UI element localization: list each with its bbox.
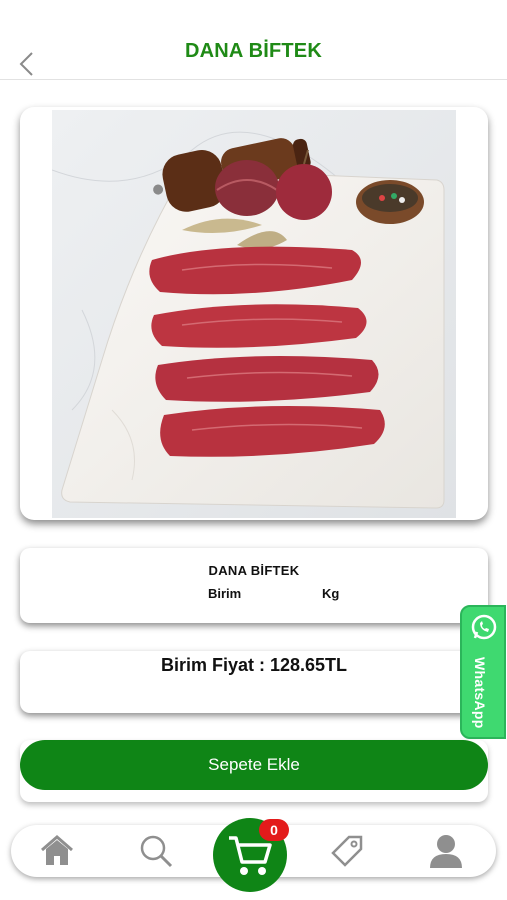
user-icon <box>430 835 462 868</box>
tab-home[interactable] <box>39 833 75 869</box>
product-info-card: DANA BİFTEK Birim Kg <box>20 548 488 623</box>
unit-price: Birim Fiyat : 128.65TL <box>160 655 348 675</box>
add-to-cart-container: Sepete Ekle <box>20 740 488 802</box>
product-image <box>52 110 456 518</box>
page-title: DANA BİFTEK <box>184 40 322 62</box>
add-to-cart-button[interactable]: Sepete Ekle <box>20 740 488 790</box>
tab-profile[interactable] <box>428 833 464 869</box>
search-icon <box>140 835 173 868</box>
unit-label: Birim <box>208 586 242 601</box>
product-name: DANA BİFTEK <box>208 563 300 578</box>
tab-campaigns[interactable] <box>329 833 365 869</box>
unit-value: Kg <box>322 586 340 601</box>
whatsapp-label: WhatsApp <box>472 657 488 729</box>
product-image-card <box>20 107 488 520</box>
price-card: Birim Fiyat : 128.65TL <box>20 651 488 713</box>
whatsapp-button[interactable]: WhatsApp <box>460 605 506 739</box>
header-bar: DANA BİFTEK <box>0 0 507 80</box>
whatsapp-icon <box>471 614 497 640</box>
home-icon <box>41 835 73 865</box>
tag-icon <box>331 835 363 867</box>
cart-count-badge: 0 <box>259 819 289 841</box>
tab-search[interactable] <box>138 833 174 869</box>
